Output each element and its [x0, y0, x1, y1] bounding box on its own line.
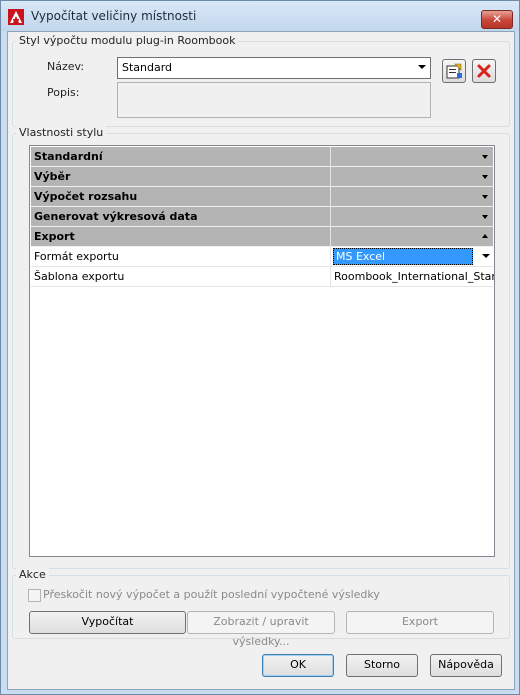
close-button[interactable]: ✕ — [481, 10, 513, 29]
actions-groupbox: Akce Přeskočit nový výpočet a použít pos… — [12, 568, 510, 648]
category-label: Generovat výkresová data — [34, 210, 198, 223]
chevron-down-icon[interactable] — [482, 195, 488, 199]
properties-group-title: Vlastnosti stylu — [16, 126, 107, 139]
property-label: Šablona exportu — [34, 270, 125, 283]
category-value-cell — [330, 187, 494, 206]
selected-value: MS Excel — [333, 248, 473, 265]
delete-x-icon — [477, 64, 491, 78]
style-group-title: Styl výpočtu modulu plug-in Roombook — [16, 34, 239, 47]
help-button[interactable]: Nápověda — [430, 654, 502, 677]
property-row-export-template[interactable]: Šablona exportu Roombook_International_S… — [31, 267, 494, 287]
category-export[interactable]: Export — [31, 227, 493, 247]
show-edit-results-button[interactable]: Zobrazit / upravit výsledky... — [187, 611, 335, 648]
chevron-down-icon — [418, 65, 426, 69]
dialog-client: Styl výpočtu modulu plug-in Roombook Náz… — [7, 31, 515, 690]
calculate-button[interactable]: Vypočítat — [29, 611, 186, 634]
category-value-cell — [330, 207, 494, 226]
property-row-export-format[interactable]: Formát exportu MS Excel — [31, 247, 493, 267]
category-label: Výběr — [34, 170, 71, 183]
category-extent-calculation[interactable]: Výpočet rozsahu — [31, 187, 493, 207]
category-standard[interactable]: Standardní — [31, 147, 493, 167]
delete-style-button[interactable] — [472, 59, 496, 83]
actions-group-title: Akce — [16, 568, 49, 581]
style-name-combo[interactable]: Standard — [117, 57, 431, 79]
name-label: Název: — [47, 60, 85, 73]
category-selection[interactable]: Výběr — [31, 167, 493, 187]
export-template-field[interactable]: Roombook_International_Star — [330, 267, 494, 286]
export-button[interactable]: Export — [346, 611, 494, 634]
chevron-down-icon[interactable] — [482, 155, 488, 159]
chevron-down-icon[interactable] — [482, 175, 488, 179]
edit-style-button[interactable] — [442, 59, 466, 83]
skip-recalc-label: Přeskočit nový výpočet a použít poslední… — [43, 588, 380, 601]
property-grid[interactable]: Standardní Výběr Výpočet rozsahu Generov… — [29, 145, 495, 557]
style-groupbox: Styl výpočtu modulu plug-in Roombook Náz… — [12, 34, 510, 127]
cancel-button[interactable]: Storno — [346, 654, 418, 677]
export-format-dropdown[interactable]: MS Excel — [330, 247, 494, 266]
category-generate-drawing-data[interactable]: Generovat výkresová data — [31, 207, 493, 227]
category-value-cell — [330, 167, 494, 186]
description-label: Popis: — [47, 86, 80, 99]
autocad-logo-icon — [8, 9, 24, 25]
property-label: Formát exportu — [34, 250, 119, 263]
close-icon: ✕ — [491, 12, 503, 26]
category-label: Výpočet rozsahu — [34, 190, 138, 203]
category-value-cell — [330, 147, 494, 166]
window-title: Vypočítat veličiny místnosti — [31, 9, 197, 23]
export-template-value: Roombook_International_Star — [334, 270, 494, 283]
export-format-value: MS Excel — [336, 250, 386, 263]
category-label: Export — [34, 230, 75, 243]
ok-button[interactable]: OK — [262, 654, 334, 677]
chevron-down-icon[interactable] — [482, 254, 490, 258]
description-field — [117, 82, 431, 118]
skip-recalc-checkbox[interactable] — [28, 589, 41, 602]
category-value-cell — [330, 227, 494, 246]
chevron-down-icon[interactable] — [482, 215, 488, 219]
chevron-up-icon[interactable] — [482, 234, 488, 238]
title-bar[interactable]: Vypočítat veličiny místnosti ✕ — [1, 1, 519, 31]
edit-style-icon — [446, 63, 462, 79]
category-label: Standardní — [34, 150, 103, 163]
style-name-value: Standard — [122, 61, 173, 74]
dialog-window: Vypočítat veličiny místnosti ✕ Styl výpo… — [0, 0, 520, 695]
